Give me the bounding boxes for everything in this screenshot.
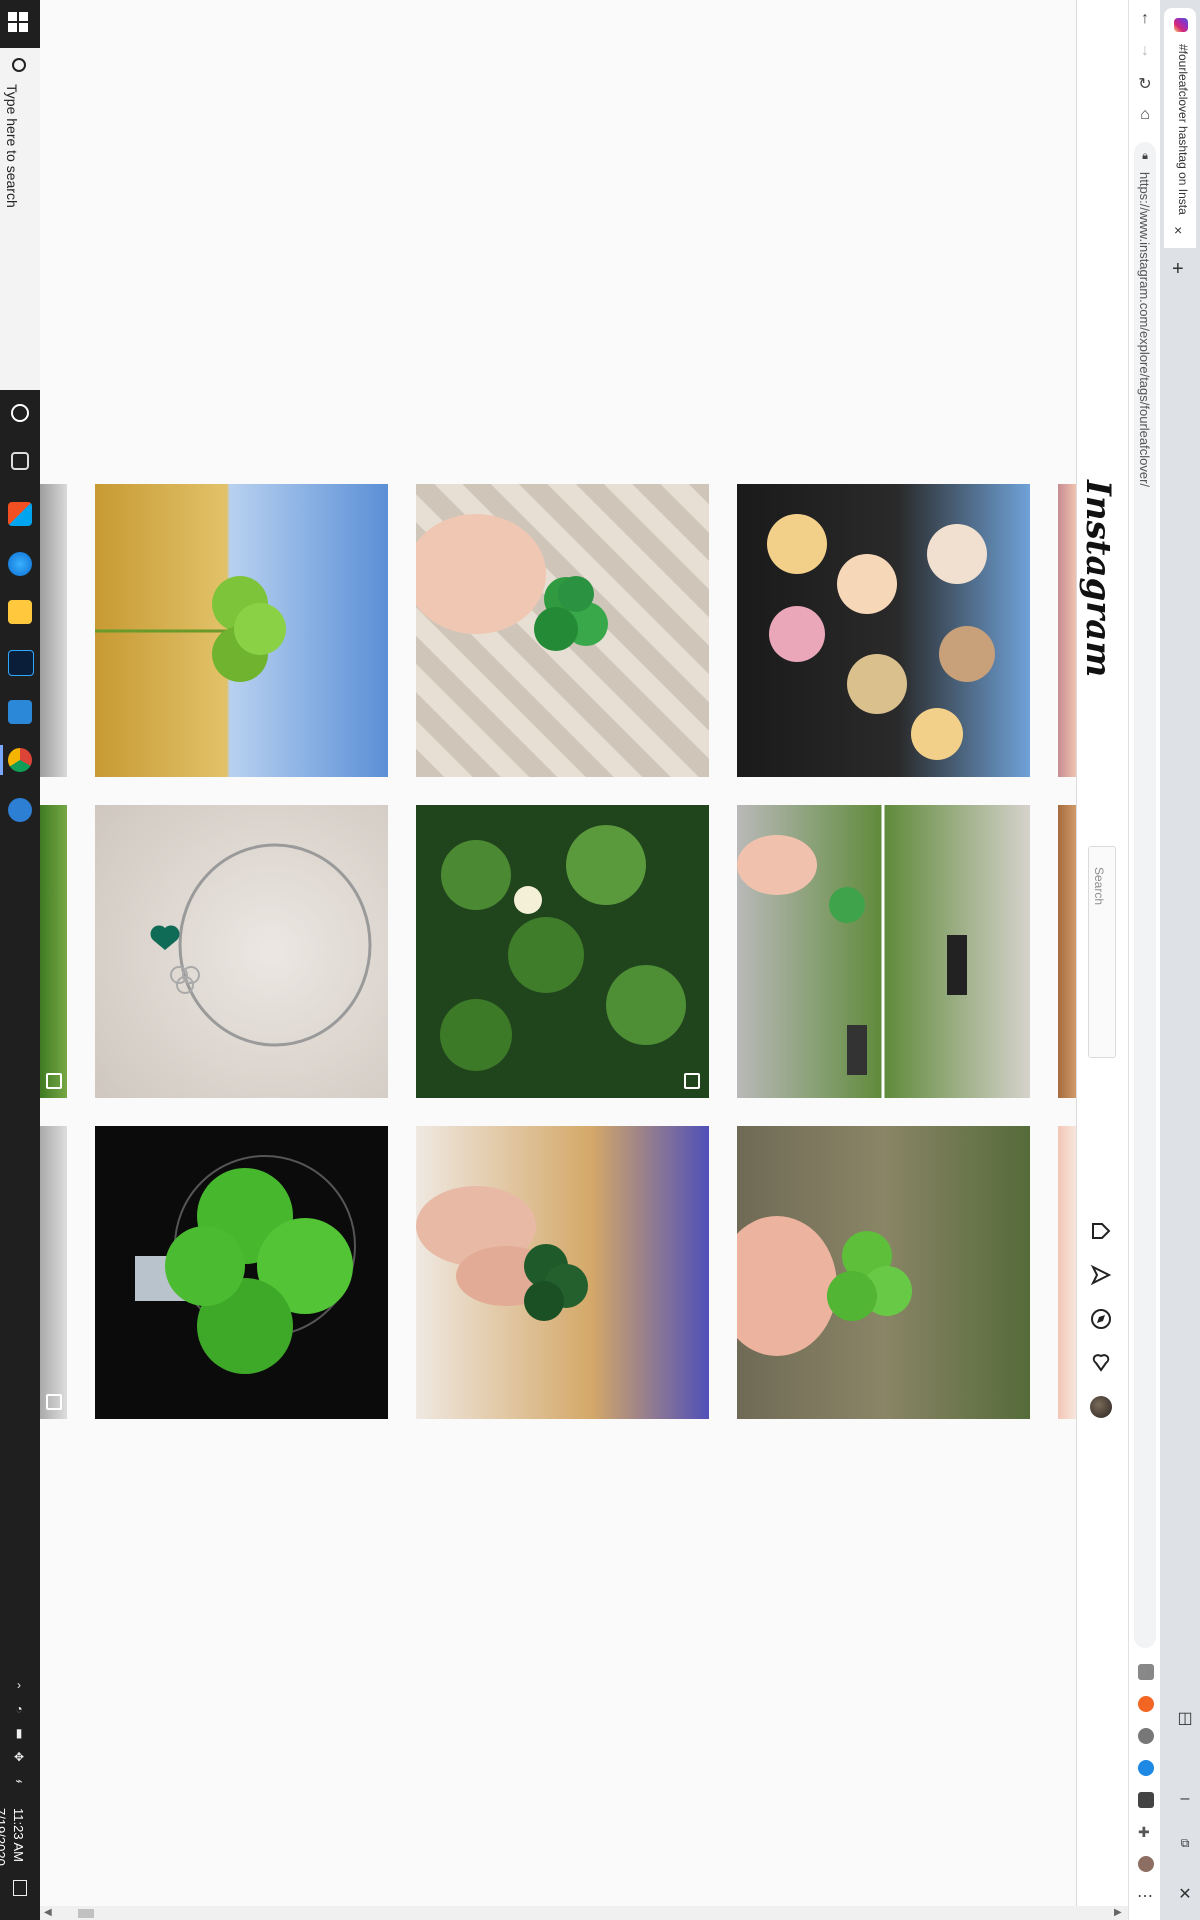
hand-grass-illustration [737, 1216, 912, 1356]
grid-tile-fingers-holding-small-clover[interactable] [416, 1126, 709, 1419]
instagram-favicon-icon [1174, 18, 1188, 32]
network-icon[interactable]: ⌁ [8, 1774, 30, 1788]
explore-icon[interactable] [1090, 1308, 1112, 1330]
close-tab-icon[interactable]: × [1174, 222, 1182, 238]
profile-avatar[interactable] [1090, 1396, 1112, 1418]
new-tab-icon[interactable]: + [1172, 258, 1184, 281]
grid-tile-person-on-trail-holding-clover[interactable] [737, 805, 1030, 1098]
instagram-search-placeholder: Search [1092, 867, 1106, 906]
browser-menu-icon[interactable]: ⋯ [1134, 1886, 1156, 1906]
grid-tile-partial[interactable] [40, 484, 67, 777]
tab-strip [1160, 0, 1200, 1920]
grid-tile-partial[interactable] [1058, 805, 1076, 1098]
file-explorer-icon[interactable] [8, 600, 32, 624]
clover-patch-illustration [440, 825, 686, 1071]
chrome-icon[interactable] [8, 748, 32, 772]
clover-illustration [95, 576, 286, 682]
settings-icon[interactable] [8, 798, 32, 822]
back-icon[interactable]: ↑ [1134, 10, 1156, 28]
instagram-search-input[interactable]: Search [1088, 846, 1116, 1058]
hand-clover-illustration [416, 514, 608, 651]
extension-icon[interactable] [1138, 1696, 1154, 1712]
url-text[interactable]: https://www.instagram.com/explore/tags/f… [1137, 172, 1152, 487]
extension-icon[interactable] [1138, 1760, 1154, 1776]
anime-group-illustration [767, 514, 995, 760]
taskbar-time[interactable]: 11:23 AM [10, 1808, 26, 1862]
minimize-icon[interactable]: – [1174, 1790, 1196, 1808]
scrollbar-thumb[interactable] [78, 1909, 94, 1918]
app-icon[interactable] [8, 700, 32, 724]
search-icon [12, 58, 26, 72]
grid-tile-anime-group-black-clover[interactable] [737, 484, 1030, 777]
home-icon[interactable] [1090, 1220, 1112, 1242]
instagram-logo[interactable]: Instagram [1078, 480, 1118, 677]
grid-tile-partial[interactable] [40, 1126, 67, 1419]
forward-icon[interactable]: ↓ [1134, 42, 1156, 60]
extension-icon[interactable] [1138, 1664, 1154, 1680]
bulb-clover-illustration [135, 1155, 356, 1374]
direct-icon[interactable] [1090, 1264, 1112, 1286]
fingers-clover-illustration [416, 1186, 588, 1321]
reload-icon[interactable]: ↻ [1134, 74, 1156, 94]
extension-icon[interactable] [1138, 1792, 1154, 1808]
grid-tile-hand-holding-clover-grass[interactable] [737, 1126, 1030, 1419]
scroll-right-icon[interactable]: ▶ [1114, 1906, 1122, 1920]
battery-icon[interactable]: ▮ [8, 1726, 30, 1740]
close-window-icon[interactable]: ✕ [1174, 1884, 1196, 1904]
lock-icon[interactable]: 🔒︎ [1134, 150, 1156, 163]
taskbar-search-placeholder: Type here to search [4, 84, 20, 208]
horizontal-scrollbar[interactable]: ◀ ▶ [40, 1906, 1128, 1920]
dropbox-icon[interactable]: ✥ [8, 1750, 30, 1764]
multiple-posts-icon [684, 1073, 700, 1089]
home-button-icon[interactable]: ⌂ [1134, 106, 1156, 124]
restore-icon[interactable]: ⧉ [1174, 1836, 1196, 1851]
chrome-active-indicator [0, 745, 3, 775]
notifications-icon[interactable] [13, 1880, 27, 1896]
grid-tile-hand-holding-clover-tiles[interactable] [416, 484, 709, 777]
scroll-left-icon[interactable]: ◀ [44, 1906, 52, 1920]
profile-icon[interactable] [1138, 1856, 1154, 1872]
cortana-icon[interactable] [11, 404, 29, 422]
windows-taskbar: Type here to search › ◔ ▮ ✥ ⌁ 11:23 AM 7… [0, 0, 40, 1920]
grid-tile-bracelet-clover-charm[interactable] [95, 805, 388, 1098]
volume-icon[interactable]: ◔ [8, 1702, 30, 1716]
grid-tile-clover-in-wheat-field[interactable] [95, 484, 388, 777]
multiple-posts-icon [46, 1073, 62, 1089]
grid-tile-partial[interactable] [40, 805, 67, 1098]
multiple-posts-icon [46, 1394, 62, 1410]
task-view-icon[interactable] [11, 452, 29, 470]
tab-title: #fourleafclover hashtag on Insta [1176, 44, 1190, 215]
grid-tile-clover-patch-white-flower[interactable] [416, 805, 709, 1098]
trail-illustration [737, 805, 967, 1098]
grid-tile-clover-in-glass-bulb[interactable] [95, 1126, 388, 1419]
extension-icon[interactable] [1138, 1728, 1154, 1744]
grid-tile-partial[interactable] [1058, 1126, 1076, 1419]
store-icon[interactable] [8, 502, 32, 526]
taskbar-date[interactable]: 7/19/2020 [0, 1808, 8, 1866]
show-hidden-icons-icon[interactable]: › [8, 1678, 30, 1692]
photoshop-icon[interactable] [8, 650, 34, 676]
tab-search-icon[interactable]: ◫ [1174, 1708, 1196, 1728]
bracelet-illustration [150, 843, 372, 1047]
grid-tile-partial[interactable] [1058, 484, 1076, 777]
extensions-puzzle-icon[interactable]: ✚ [1138, 1824, 1154, 1840]
edge-icon[interactable] [8, 552, 32, 576]
activity-icon[interactable] [1090, 1352, 1112, 1374]
explore-tag-content [40, 0, 1076, 1906]
taskbar-search-box[interactable]: Type here to search [0, 48, 40, 390]
windows-start-icon[interactable] [8, 12, 32, 36]
